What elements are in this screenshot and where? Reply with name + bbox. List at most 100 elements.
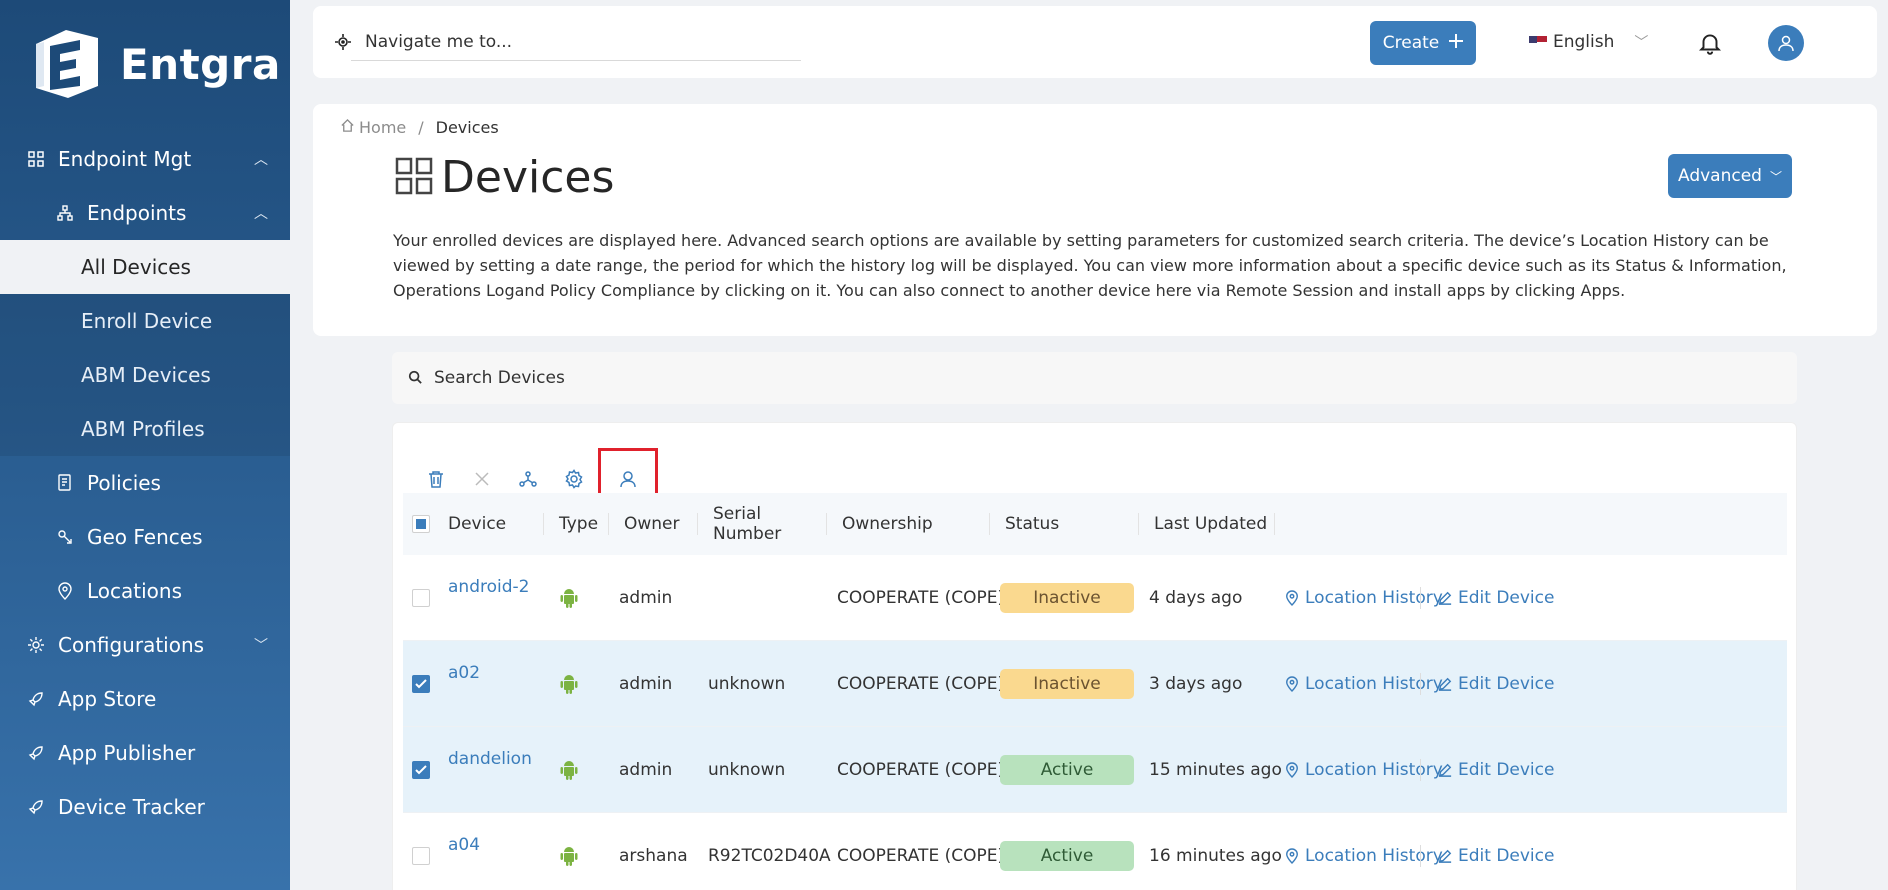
edit-device-label: Edit Device [1458, 845, 1555, 866]
status-badge: Inactive [1000, 668, 1134, 699]
status-cell: Active [1000, 727, 1134, 812]
sidebar-item-configurations[interactable]: Configurations ﹀ [0, 618, 290, 672]
rocket-icon [26, 689, 46, 709]
sidebar-item-app-store[interactable]: App Store [0, 672, 290, 726]
location-history-label: Location History [1305, 587, 1443, 608]
navigate-input[interactable] [351, 26, 801, 61]
search-devices-input[interactable] [434, 368, 1734, 388]
devices-grid-icon [395, 157, 433, 199]
sidebar-item-device-tracker[interactable]: Device Tracker [0, 780, 290, 834]
table-row[interactable]: dandelion admin unknown COOPERATE (COPE)… [403, 727, 1787, 813]
entgra-logo-icon [36, 30, 98, 98]
status-badge: Inactive [1000, 582, 1134, 613]
sidebar-item-all-devices[interactable]: All Devices [0, 240, 290, 294]
owner-cell: arshana [619, 845, 688, 866]
select-all-checkbox[interactable] [412, 515, 430, 533]
sidebar-item-label: Enroll Device [81, 309, 213, 333]
column-header-serial-number[interactable]: Serial Number [698, 493, 827, 555]
sidebar-item-locations[interactable]: Locations [0, 564, 290, 618]
sidebar-item-enroll-device[interactable]: Enroll Device [0, 294, 290, 348]
advanced-button-label: Advanced [1678, 166, 1762, 186]
last-updated-cell: 3 days ago [1149, 673, 1243, 694]
breadcrumb: Home / Devices [340, 118, 499, 137]
column-header-status[interactable]: Status [990, 493, 1139, 555]
sidebar-menu: Endpoint Mgt ︿ Endpoints ︿ All Devices E… [0, 132, 290, 834]
user-avatar[interactable] [1768, 25, 1804, 61]
column-header-type[interactable]: Type [544, 493, 609, 555]
row-checkbox[interactable] [412, 760, 430, 779]
sidebar-item-label: All Devices [81, 255, 191, 279]
sidebar-item-app-publisher[interactable]: App Publisher [0, 726, 290, 780]
sidebar-item-endpoints[interactable]: Endpoints ︿ [0, 186, 290, 240]
status-badge: Active [1000, 840, 1134, 871]
navigate-search [335, 26, 801, 61]
sidebar-item-policies[interactable]: Policies [0, 456, 290, 510]
sidebar-item-label: App Store [58, 687, 157, 711]
android-icon [544, 727, 579, 812]
sidebar-item-label: Policies [87, 471, 161, 495]
breadcrumb-current: Devices [435, 118, 499, 137]
column-header-ownership[interactable]: Ownership [827, 493, 990, 555]
search-icon [408, 369, 422, 388]
edit-device-link[interactable]: Edit Device [1438, 813, 1554, 890]
serial-cell: unknown [708, 673, 786, 694]
status-cell: Inactive [1000, 641, 1134, 726]
device-name-link[interactable]: dandelion [448, 749, 532, 769]
location-pin-icon [1286, 675, 1298, 692]
location-pin-icon [1286, 589, 1298, 606]
column-header-owner[interactable]: Owner [609, 493, 698, 555]
chevron-up-icon: ︿ [254, 152, 268, 168]
row-checkbox-cell [412, 727, 430, 812]
sidebar-item-label: Endpoints [87, 201, 187, 225]
status-cell: Inactive [1000, 555, 1134, 640]
select-all-column [412, 493, 430, 555]
create-button[interactable]: Create [1370, 21, 1476, 65]
row-checkbox[interactable] [412, 846, 430, 865]
edit-device-label: Edit Device [1458, 759, 1555, 780]
crosshair-icon [335, 33, 351, 54]
language-selector[interactable]: English ﹀ [1529, 32, 1648, 52]
location-pin-icon [55, 581, 75, 601]
home-icon [340, 118, 355, 137]
breadcrumb-home[interactable]: Home [359, 118, 406, 137]
create-button-label: Create [1382, 33, 1440, 53]
notification-bell-icon[interactable] [1697, 30, 1723, 56]
row-checkbox[interactable] [412, 674, 430, 693]
android-icon [544, 641, 579, 726]
table-row[interactable]: android-2 admin COOPERATE (COPE) Inactiv… [403, 555, 1787, 641]
column-header-device[interactable]: Device [448, 493, 544, 555]
ownership-cell: COOPERATE (COPE) [837, 845, 1005, 866]
entgra-logo[interactable]: Entgra [30, 28, 281, 100]
chevron-down-icon: ﹀ [1634, 35, 1649, 51]
table-row[interactable]: a04 arshana R92TC02D40A COOPERATE (COPE)… [403, 813, 1787, 890]
sidebar-item-endpoint-mgt[interactable]: Endpoint Mgt ︿ [0, 132, 290, 186]
row-checkbox-cell [412, 813, 430, 890]
breadcrumb-separator: / [418, 118, 424, 137]
status-badge: Active [1000, 754, 1134, 785]
rocket-icon [26, 743, 46, 763]
table-row[interactable]: a02 admin unknown COOPERATE (COPE) Inact… [403, 641, 1787, 727]
sidebar-item-label: Device Tracker [58, 795, 205, 819]
location-pin-icon [1286, 761, 1298, 778]
action-divider [1420, 759, 1421, 781]
rocket-icon [26, 797, 46, 817]
serial-cell: R92TC02D40A [708, 845, 831, 866]
device-name-link[interactable]: android-2 [448, 577, 529, 597]
device-search [392, 352, 1797, 404]
sidebar-item-abm-devices[interactable]: ABM Devices [0, 348, 290, 402]
column-header-last-updated[interactable]: Last Updated [1139, 493, 1275, 555]
page-description: Your enrolled devices are displayed here… [393, 231, 1787, 300]
page-title: Devices [441, 152, 615, 203]
edit-device-link[interactable]: Edit Device [1438, 727, 1554, 812]
edit-device-label: Edit Device [1458, 587, 1555, 608]
sidebar-item-geo-fences[interactable]: Geo Fences [0, 510, 290, 564]
row-checkbox[interactable] [412, 588, 430, 607]
owner-cell: admin [619, 759, 673, 780]
edit-device-link[interactable]: Edit Device [1438, 641, 1554, 726]
sidebar-item-abm-profiles[interactable]: ABM Profiles [0, 402, 290, 456]
device-name-link[interactable]: a02 [448, 663, 480, 683]
edit-device-link[interactable]: Edit Device [1438, 555, 1554, 640]
sidebar-item-label: App Publisher [58, 741, 196, 765]
advanced-button[interactable]: Advanced ﹀ [1668, 154, 1792, 198]
device-name-link[interactable]: a04 [448, 835, 480, 855]
